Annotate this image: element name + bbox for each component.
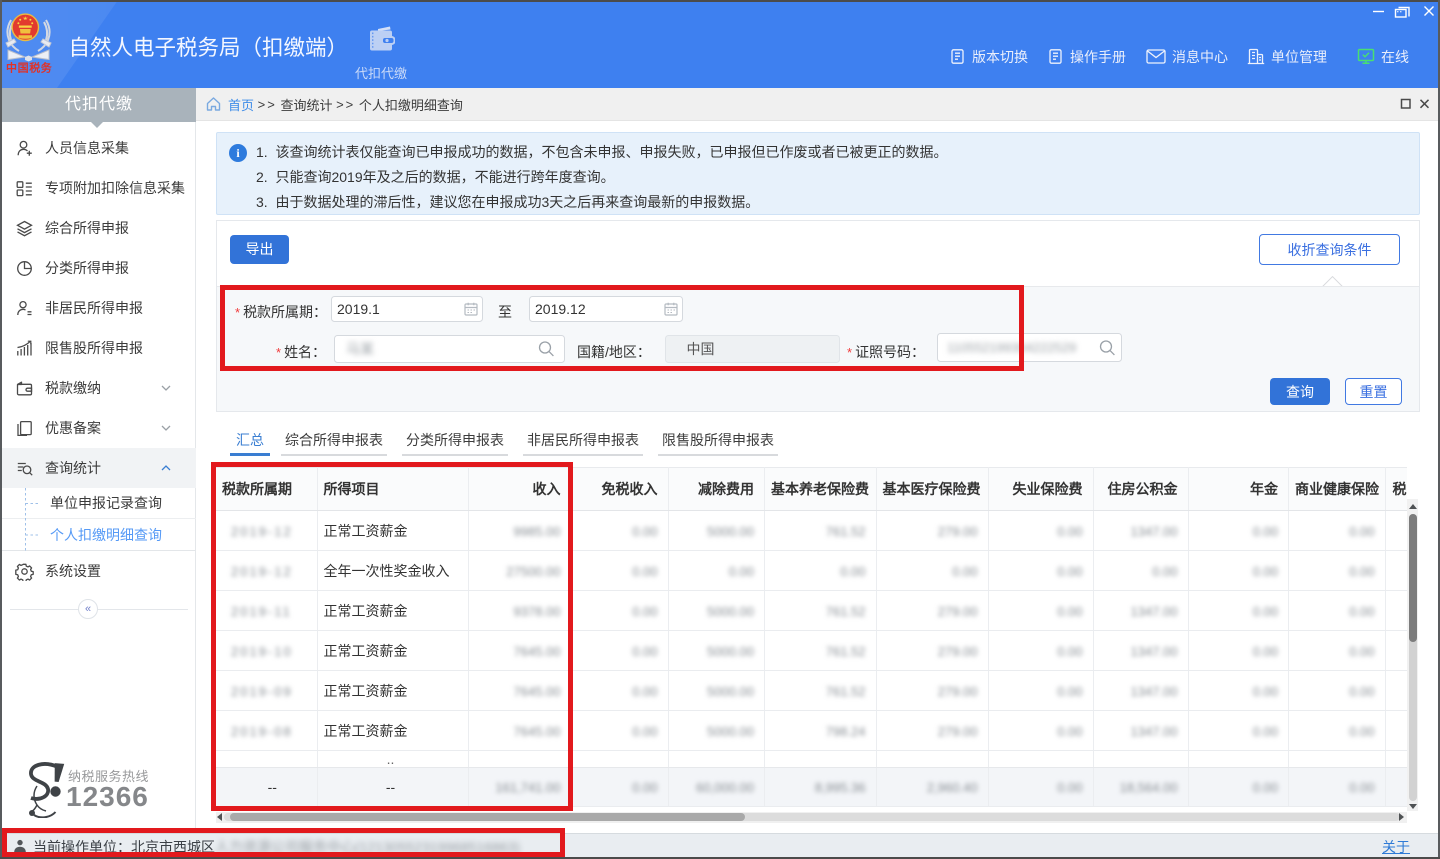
svg-text:中国税务: 中国税务 <box>6 61 53 75</box>
